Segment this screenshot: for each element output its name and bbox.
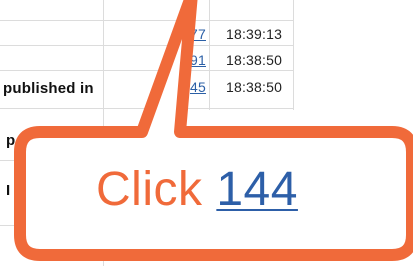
callout-action-word: Click	[96, 163, 203, 216]
callout-instruction: Click 144	[96, 163, 298, 217]
screenshot-stage: 77 18:39:13 91 18:38:50 published in 45 …	[0, 0, 413, 266]
callout-bubble	[14, 0, 413, 261]
target-link-144[interactable]: 144	[216, 163, 298, 216]
